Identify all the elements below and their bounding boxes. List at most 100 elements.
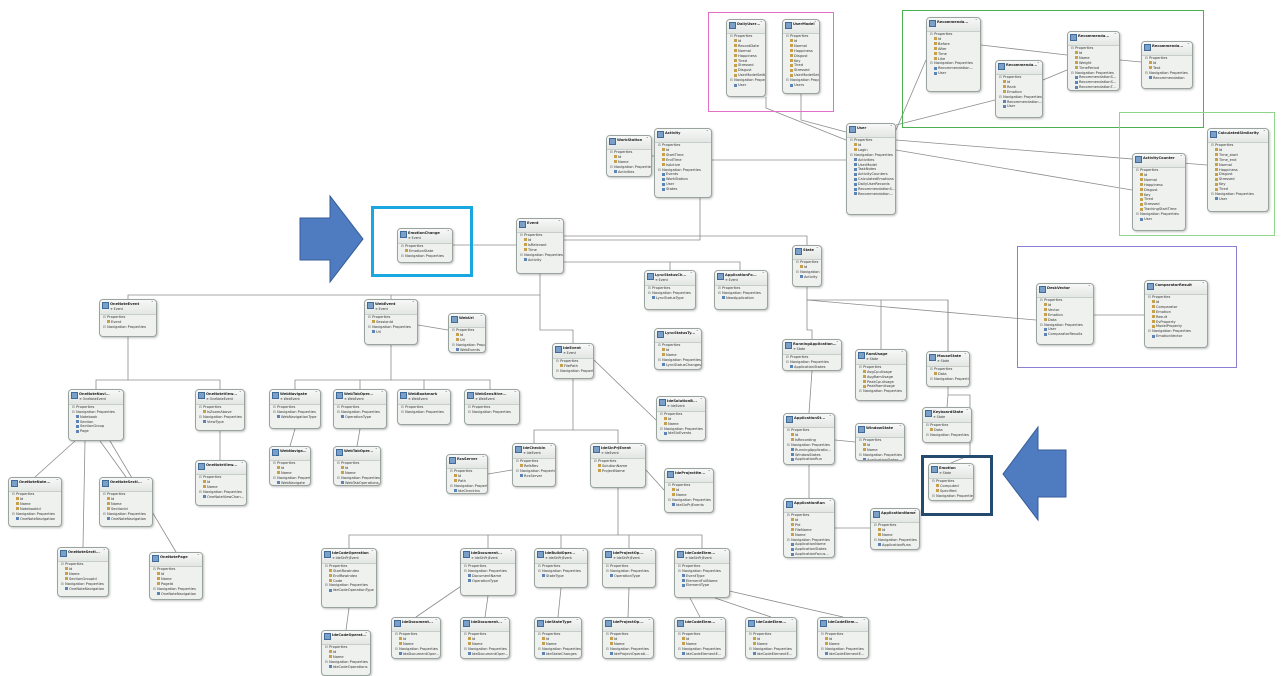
navigation-properties-section-header[interactable]: Navigation Properties (334, 410, 386, 415)
navigation-property[interactable]: WebNavigationType (270, 415, 320, 420)
navigation-properties-section-header[interactable]: Navigation Properties (398, 410, 450, 415)
navigation-property[interactable]: OperationType (603, 574, 655, 579)
navigation-property[interactable]: RunningApplicatio... (784, 448, 834, 453)
entity-event[interactable]: Event⌃PropertiesIdIsRelevantTimeNavigati… (516, 218, 564, 274)
collapse-icon[interactable]: ⌃ (791, 618, 794, 624)
navigation-properties-section-header[interactable]: Navigation Properties (793, 270, 821, 275)
navigation-properties-section-header[interactable]: Navigation Properties (196, 415, 244, 420)
collapse-icon[interactable]: ⌃ (504, 618, 507, 624)
collapse-icon[interactable]: ⌃ (371, 549, 374, 555)
entity-header[interactable]: WorkStation ⌃ (607, 136, 651, 150)
navigation-properties-section-header[interactable]: Navigation Properties (9, 512, 61, 517)
navigation-property[interactable]: NewApplication (715, 296, 767, 301)
collapse-icon[interactable]: ⌃ (582, 549, 585, 555)
entity-activity[interactable]: Activity⌃PropertiesIdStartTimeEndTimeIsA… (654, 128, 712, 198)
entity-header[interactable]: WebTabOper... ➔ WebEvent ⌃ (334, 390, 386, 405)
entity-header[interactable]: IdeProjectOp... ⌃ (603, 618, 653, 632)
navigation-properties-section-header[interactable]: Navigation Properties (655, 358, 701, 363)
entity-header[interactable]: IdeBuildOper... ➔ IdeSlnPrjEvent ⌃ (535, 549, 587, 564)
entity-header[interactable]: RcsServer ⌃ (447, 455, 487, 469)
navigation-properties-section-header[interactable]: Navigation Properties (322, 660, 370, 665)
navigation-property[interactable]: Recommendation... (847, 192, 895, 197)
entity-application-name[interactable]: ApplicationName⌃PropertiesIdNameNavigati… (870, 508, 920, 550)
entity-web-url[interactable]: WebUrl⌃PropertiesIdUrlNavigation Propert… (448, 313, 486, 353)
entity-header[interactable]: Activity ⌃ (655, 129, 711, 143)
entity-ide-code-operation-t[interactable]: IdeCodeOperationT...⌃PropertiesIdNameNav… (321, 630, 371, 676)
collapse-icon[interactable]: ⌃ (305, 447, 308, 453)
entity-one-note-secti2[interactable]: OneNoteSecti...⌃PropertiesIdNameSectionG… (57, 547, 109, 597)
entity-header[interactable]: MouseState ➔ State ⌃ (927, 352, 969, 367)
navigation-properties-section-header[interactable]: Navigation Properties (675, 647, 725, 652)
collapse-icon[interactable]: ⌃ (514, 390, 517, 396)
entity-web-event[interactable]: WebEvent➔ Event⌃PropertiesSessionIdNavig… (364, 299, 418, 345)
entity-header[interactable]: OneNotePage ⌃ (150, 553, 202, 567)
collapse-icon[interactable]: ⌃ (239, 390, 242, 396)
navigation-properties-section-header[interactable]: Navigation Properties (196, 490, 246, 495)
entity-ide-solution-b[interactable]: IdeSolutionB...➔ IdeEvent⌃PropertiesIdNa… (656, 396, 706, 441)
navigation-properties-section-header[interactable]: Navigation Properties (334, 476, 380, 481)
entity-ide-code-elem4[interactable]: IdeCodeElem...⌃PropertiesIdNameNavigatio… (817, 617, 869, 659)
collapse-icon[interactable]: ⌃ (197, 553, 200, 559)
entity-header[interactable]: IdeEvent ➔ Event ⌃ (553, 344, 593, 359)
entity-web-tab-oper2[interactable]: WebTabOper...⌃PropertiesIdNameNavigation… (333, 446, 381, 486)
entity-ide-event[interactable]: IdeEvent➔ Event⌃PropertiesFilePathNaviga… (552, 343, 594, 379)
entity-header[interactable]: IdeDocument... ➔ IdeSlnPrjEvent ⌃ (461, 549, 515, 564)
entity-application-st[interactable]: ApplicationSt...⌃PropertiesIdIsRecording… (783, 413, 835, 465)
navigation-properties-section-header[interactable]: Navigation Properties (270, 476, 310, 481)
navigation-property[interactable]: WebNavigate (270, 481, 310, 485)
collapse-icon[interactable]: ⌃ (445, 390, 448, 396)
entity-running-apps[interactable]: RunningApplicationsList➔ State⌃Propertie… (782, 339, 842, 371)
collapse-icon[interactable]: ⌃ (435, 618, 438, 624)
entity-keyboard-state[interactable]: KeyboardState➔ State⌃PropertiesDataNavig… (922, 407, 972, 443)
collapse-icon[interactable]: ⌃ (829, 499, 832, 505)
collapse-icon[interactable]: ⌃ (550, 444, 553, 450)
navigation-properties-section-header[interactable]: Navigation Properties (856, 389, 906, 394)
entity-header[interactable]: IdeSlnPrjEvent ➔ IdeEvent ⌃ (591, 444, 645, 459)
entity-header[interactable]: RamUsage ➔ State ⌃ (856, 350, 906, 365)
entity-ide-code-operation[interactable]: IdeCodeOperation➔ IdeSlnPrjEvent⌃Propert… (321, 548, 377, 608)
navigation-property[interactable]: WebTabOperations (334, 481, 380, 485)
collapse-icon[interactable]: ⌃ (863, 618, 866, 624)
navigation-property[interactable]: IdeSlnEvents (657, 431, 705, 436)
collapse-icon[interactable]: ⌃ (696, 329, 699, 335)
entity-application-fo[interactable]: ApplicationFo...➔ Event⌃PropertiesNaviga… (714, 270, 768, 310)
collapse-icon[interactable]: ⌃ (762, 271, 765, 277)
entity-one-note-secti[interactable]: OneNoteSecti...⌃PropertiesIdNameSectionI… (99, 477, 153, 527)
navigation-properties-section-header[interactable]: Navigation Properties (100, 325, 156, 330)
entity-header[interactable]: LyncStatusCh... ➔ Event ⌃ (645, 271, 695, 286)
navigation-properties-section-header[interactable]: Navigation Properties (100, 512, 152, 517)
navigation-property[interactable]: ElementType (675, 583, 729, 588)
navigation-property[interactable]: IdeSlnPrjEvents (665, 503, 713, 508)
collapse-icon[interactable]: ⌃ (510, 549, 513, 555)
entity-lync-status-ch[interactable]: LyncStatusCh...➔ Event⌃PropertiesNavigat… (644, 270, 696, 310)
navigation-properties-section-header[interactable]: Navigation Properties (607, 165, 651, 170)
entity-mouse-state[interactable]: MouseState➔ State⌃PropertiesDataNavigati… (926, 351, 970, 387)
navigation-property[interactable]: ApplicationFocus... (784, 552, 834, 557)
entity-lync-status-ty[interactable]: LyncStatusTy...⌃PropertiesIdNameNavigati… (654, 328, 702, 370)
entity-one-note-event[interactable]: OneNoteEvent➔ Event⌃PropertiesEventNavig… (99, 299, 157, 337)
navigation-properties-section-header[interactable]: Navigation Properties (746, 647, 796, 652)
navigation-property[interactable]: OneNoteNavigation (150, 592, 202, 597)
navigation-properties-section-header[interactable]: Navigation Properties (150, 587, 202, 592)
entity-header[interactable]: OneNoteView... ➔ OneNoteEvent ⌃ (196, 390, 244, 405)
entity-one-note-view2[interactable]: OneNoteView...⌃PropertiesIdNameNavigatio… (195, 460, 247, 506)
entity-ide-code-elem3[interactable]: IdeCodeElem...⌃PropertiesIdNameNavigatio… (745, 617, 797, 659)
navigation-property[interactable]: Page (69, 429, 123, 434)
entity-header[interactable]: WebUrl ⌃ (449, 314, 485, 328)
navigation-property[interactable]: ApplicationRun (784, 457, 834, 462)
entity-header[interactable]: WebNavigat... ⌃ (270, 447, 310, 461)
entity-header[interactable]: IdeCodeElem... ⌃ (675, 618, 725, 632)
navigation-property[interactable]: LyncStatusType (645, 296, 695, 301)
navigation-properties-section-header[interactable]: Navigation Properties (871, 538, 919, 543)
entity-header[interactable]: RunningApplicationsList ➔ State ⌃ (783, 340, 841, 355)
collapse-icon[interactable]: ⌃ (118, 390, 121, 396)
navigation-properties-section-header[interactable]: Navigation Properties (535, 647, 581, 652)
navigation-properties-section-header[interactable]: Navigation Properties (927, 377, 969, 382)
navigation-properties-section-header[interactable]: Navigation Properties (449, 343, 485, 348)
entity-header[interactable]: ApplicationFo... ➔ Event ⌃ (715, 271, 767, 286)
navigation-property[interactable]: OperationType (461, 579, 515, 584)
navigation-properties-section-header[interactable]: Navigation Properties (856, 453, 904, 458)
collapse-icon[interactable]: ⌃ (899, 424, 902, 430)
navigation-property[interactable]: OneNoteViewChan... (196, 495, 246, 500)
entity-one-note-navi[interactable]: OneNoteNavi...➔ OneNoteEvent⌃PropertiesN… (68, 389, 124, 441)
